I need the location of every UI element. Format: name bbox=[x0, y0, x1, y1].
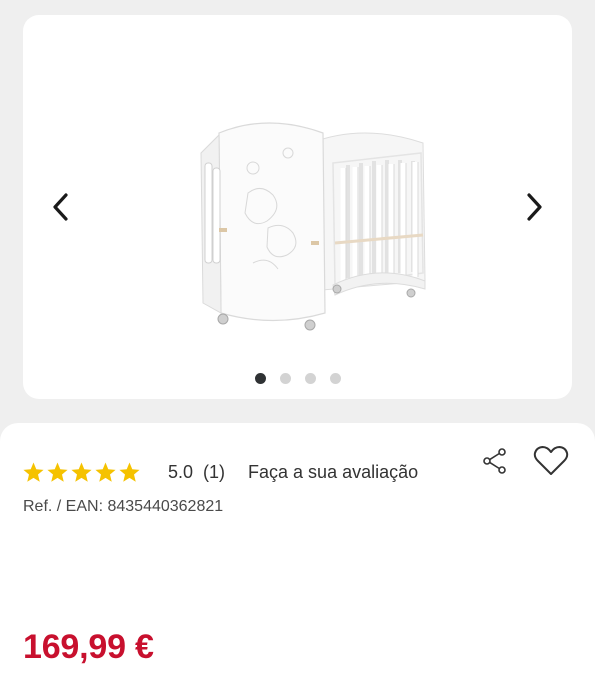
star-icon bbox=[47, 462, 68, 482]
chevron-left-icon bbox=[53, 193, 68, 221]
star-icon bbox=[23, 462, 44, 482]
product-info-panel: 5.0 (1) Faça a sua avaliação Ref. / EAN:… bbox=[0, 423, 595, 700]
rating-row: 5.0 (1) Faça a sua avaliação bbox=[22, 461, 418, 484]
rating-score: 5.0 bbox=[168, 462, 194, 482]
star-icon bbox=[95, 462, 116, 482]
chevron-right-icon bbox=[527, 193, 542, 221]
previous-image-button[interactable] bbox=[41, 187, 81, 227]
write-review-link[interactable]: Faça a sua avaliação bbox=[248, 462, 418, 483]
product-reference: Ref. / EAN: 8435440362821 bbox=[23, 498, 224, 515]
favorite-button[interactable] bbox=[531, 442, 571, 480]
share-button[interactable] bbox=[479, 445, 511, 477]
gallery-pagination bbox=[23, 373, 572, 384]
rating-stars bbox=[22, 461, 141, 484]
next-image-button[interactable] bbox=[514, 187, 554, 227]
product-gallery bbox=[23, 15, 572, 399]
pagination-dot[interactable] bbox=[279, 373, 291, 384]
pagination-dot[interactable] bbox=[304, 373, 316, 384]
heart-icon bbox=[533, 446, 569, 475]
product-price: 169,99 € bbox=[23, 628, 154, 666]
pagination-dot[interactable] bbox=[254, 373, 266, 384]
share-icon bbox=[483, 448, 506, 474]
product-image[interactable] bbox=[183, 113, 443, 353]
rating-count[interactable]: (1) bbox=[203, 462, 225, 483]
star-icon bbox=[119, 462, 140, 482]
star-icon bbox=[71, 462, 92, 482]
pagination-dot[interactable] bbox=[329, 373, 341, 384]
